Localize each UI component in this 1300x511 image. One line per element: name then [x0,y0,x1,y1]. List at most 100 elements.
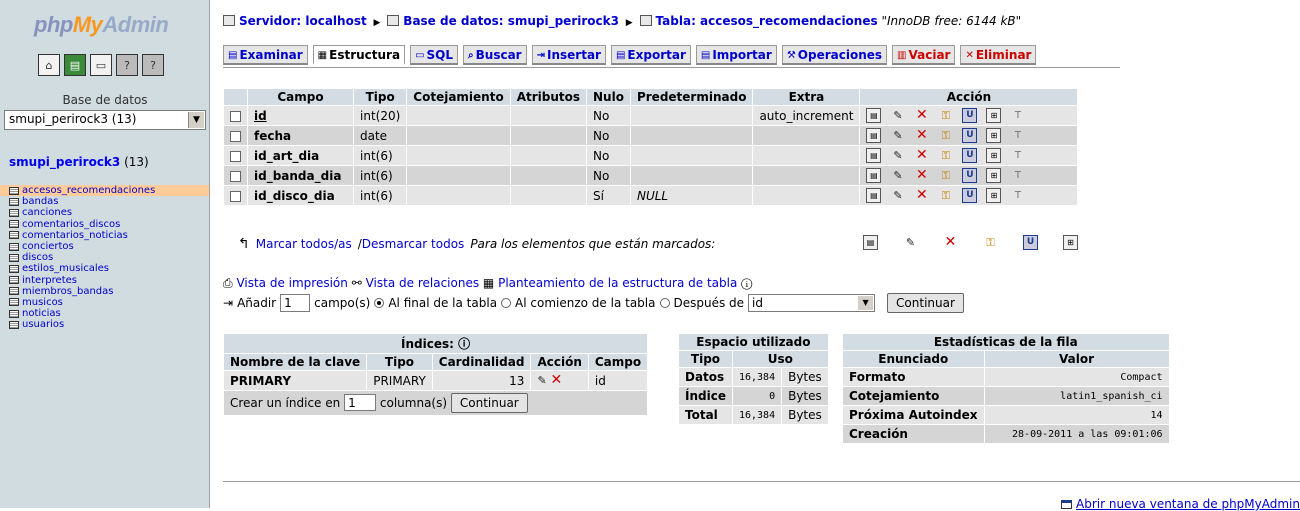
fulltext-icon[interactable]: T [1010,148,1025,163]
table-icon[interactable] [9,220,19,229]
tab-insertar[interactable]: ⇥ Insertar [531,45,606,65]
table-list-item[interactable]: musicos [9,297,209,308]
index-icon[interactable]: ⊞ [986,168,1002,183]
delete-icon[interactable]: ✕ [914,168,929,183]
table-icon[interactable] [9,264,19,273]
edit-icon[interactable]: ✎ [903,235,918,250]
index-icon[interactable]: ⊞ [986,128,1002,143]
browse-icon[interactable]: ▤ [866,188,882,203]
tab-estructura[interactable]: ▦ Estructura [312,45,406,65]
crumb-database[interactable]: Base de datos: smupi_perirock3 [403,14,619,28]
primary-key-icon[interactable]: ⚿ [938,148,953,163]
table-list-item[interactable]: miembros_bandas [9,286,209,297]
tab-examinar[interactable]: ▤ Examinar [223,45,308,65]
delete-icon[interactable]: ✕ [914,148,929,163]
table-icon[interactable] [9,276,19,285]
tab-sql[interactable]: ▭ SQL [410,45,459,65]
uncheck-all-link[interactable]: Desmarcar todos [362,237,465,251]
fulltext-icon[interactable]: T [1010,108,1025,123]
edit-icon[interactable]: ✎ [890,128,905,143]
table-list-item[interactable]: canciones [9,207,209,218]
delete-icon[interactable]: ✕ [914,188,929,203]
table-icon[interactable] [9,320,19,329]
table-list-item[interactable]: comentarios_discos [9,219,209,230]
table-icon[interactable] [9,287,19,296]
index-count-input[interactable]: 1 [344,394,377,411]
fulltext-icon[interactable]: T [1010,128,1025,143]
browse-icon[interactable]: ▤ [866,168,882,183]
table-list-item[interactable]: noticias [9,308,209,319]
table-list-item[interactable]: accesos_recomendaciones [0,185,209,197]
table-list-item[interactable]: comentarios_noticias [9,230,209,241]
tab-operaciones[interactable]: ⚒ Operaciones [781,45,888,65]
home-icon[interactable]: ⌂ [38,54,60,76]
tab-importar[interactable]: ▤ Importar [695,45,777,65]
tab-exportar[interactable]: ▤ Exportar [610,45,691,65]
database-title[interactable]: smupi_perirock3 (13) [9,155,149,169]
table-icon[interactable] [9,253,19,262]
row-checkbox[interactable] [230,130,241,142]
browse-icon[interactable]: ▤ [863,235,878,250]
fulltext-icon[interactable]: T [1010,168,1025,183]
table-list-item[interactable]: usuarios [9,319,209,330]
browse-icon[interactable]: ▤ [866,128,882,143]
print-view-link[interactable]: Vista de impresión [236,276,347,290]
delete-icon[interactable]: ✕ [914,128,929,143]
edit-icon[interactable]: ✎ [890,108,905,123]
primary-key-icon[interactable]: ⚿ [938,108,953,123]
edit-icon[interactable]: ✎ [890,168,905,183]
create-index-button[interactable]: Continuar [450,393,528,413]
edit-icon[interactable]: ✎ [890,188,905,203]
browse-icon[interactable]: ▤ [866,148,882,163]
delete-icon[interactable]: ✕ [551,372,563,388]
after-field-select[interactable]: id ▼ [748,294,876,312]
table-icon[interactable] [9,231,19,240]
primary-key-icon[interactable]: ⚿ [938,168,953,183]
unique-icon[interactable]: U [1023,235,1038,250]
radio-after[interactable] [659,298,670,308]
table-icon[interactable] [9,242,19,251]
table-list-item[interactable]: interpretes [9,275,209,286]
unique-icon[interactable]: U [962,168,978,183]
primary-key-icon[interactable]: ⚿ [983,235,998,250]
continue-button[interactable]: Continuar [887,293,964,313]
table-icon[interactable] [9,186,19,195]
primary-key-icon[interactable]: ⚿ [938,188,953,203]
tab-vaciar[interactable]: ▥ Vaciar [892,45,956,65]
unique-icon[interactable]: U [962,108,978,123]
table-list-item[interactable]: discos [9,252,209,263]
primary-key-icon[interactable]: ⚿ [938,128,953,143]
row-checkbox[interactable] [230,170,241,182]
index-icon[interactable]: ⊞ [986,108,1002,123]
unique-icon[interactable]: U [962,148,978,163]
row-checkbox[interactable] [230,150,241,162]
table-icon[interactable] [9,298,19,307]
chevron-down-icon[interactable]: ▼ [858,296,874,310]
row-checkbox[interactable] [230,110,241,122]
edit-icon[interactable]: ✎ [890,148,905,163]
delete-icon[interactable]: ✕ [914,108,929,123]
docs-icon[interactable]: ? [116,54,138,76]
unique-icon[interactable]: U [962,188,978,203]
relations-view-link[interactable]: Vista de relaciones [366,276,479,290]
index-icon[interactable]: ⊞ [986,148,1002,163]
query-window-icon[interactable]: ▤ [64,54,86,76]
delete-icon[interactable]: ✕ [943,235,958,250]
table-list-item[interactable]: bandas [9,196,209,207]
radio-end[interactable] [374,298,385,308]
sql-icon[interactable]: ▭ [90,54,112,76]
help-icon[interactable]: ⓘ [458,337,470,351]
propose-structure-link[interactable]: Planteamiento de la estructura de tabla [498,276,737,290]
index-icon[interactable]: ⊞ [986,188,1002,203]
radio-begin[interactable] [501,298,512,308]
crumb-server[interactable]: Servidor: localhost [239,14,367,28]
phpmyadmin-logo[interactable]: phpMyAdmin [34,12,169,38]
check-all-link[interactable]: Marcar todos/as [256,237,352,251]
help-icon[interactable]: ⓘ [741,276,752,290]
chevron-down-icon[interactable]: ▼ [188,112,204,128]
table-icon[interactable] [9,197,19,206]
index-icon[interactable]: ⊞ [1063,235,1078,250]
tab-buscar[interactable]: ⌕ Buscar [463,45,527,65]
row-checkbox[interactable] [230,190,241,202]
help-icon[interactable]: ? [142,54,164,76]
